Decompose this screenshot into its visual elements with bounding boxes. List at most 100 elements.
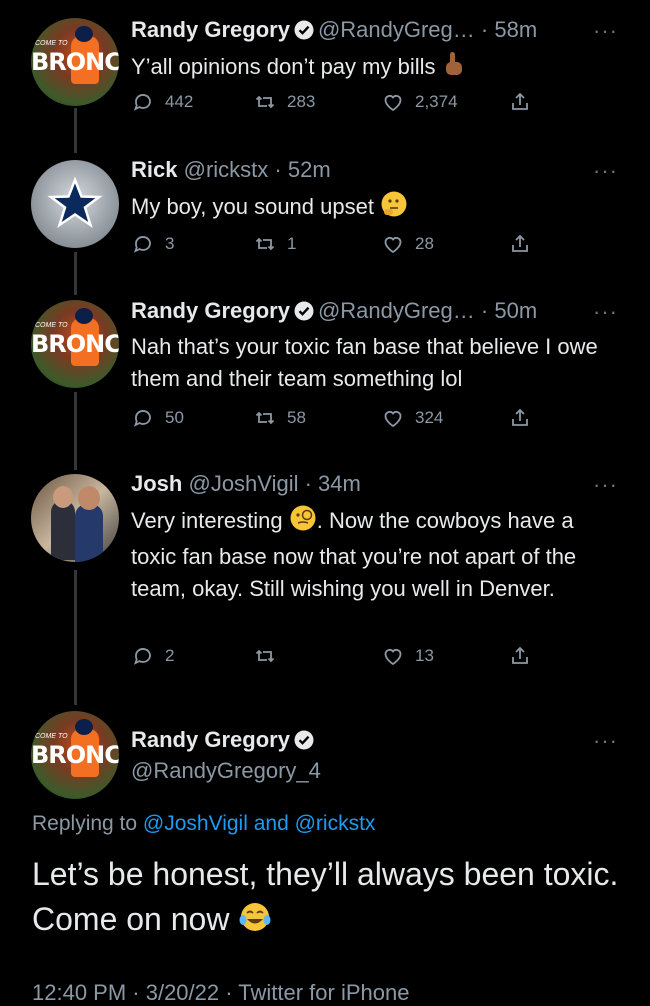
thread-line [74,392,77,470]
avatar[interactable]: COME TO BRONC [31,711,119,799]
avatar[interactable] [31,160,119,248]
user-handle[interactable]: @RandyGreg… [318,17,475,42]
avatar-logo-text: BRONC [31,48,119,76]
share-button[interactable] [508,644,532,668]
tweet-meta: 12:40 PM · 3/20/22 · Twitter for iPhone [32,980,410,1005]
heart-icon [384,237,402,254]
display-name[interactable]: Rick [131,157,177,182]
like-button[interactable]: 324 [381,406,443,430]
share-icon [512,646,528,664]
reply-count: 3 [165,234,175,253]
more-options-icon[interactable]: ··· [593,299,618,325]
display-name[interactable]: Randy Gregory [131,298,290,323]
tweet-header: Rick @rickstx · 52m [131,157,331,183]
star-logo-icon [47,176,103,229]
thread-line [74,570,77,705]
timestamp[interactable]: · 50m [481,298,537,323]
more-options-icon[interactable]: ··· [593,472,618,498]
like-button[interactable]: 13 [381,644,434,668]
share-button[interactable] [508,232,532,256]
tweet-text-body: Very interesting [131,508,283,533]
timestamp[interactable]: · 58m [481,17,537,42]
more-options-icon[interactable]: ··· [593,18,618,44]
heart-icon [384,411,402,428]
like-button[interactable]: 2,374 [381,90,458,114]
verified-badge-icon [294,20,314,46]
timestamp[interactable]: · 34m [305,471,361,496]
retweet-button[interactable] [253,644,287,668]
user-handle[interactable]: @RandyGregory_4 [131,758,321,784]
verified-badge-icon [294,301,314,327]
retweet-button[interactable]: 58 [253,406,306,430]
like-count: 28 [415,234,434,253]
tweet-actions: 2 13 [131,644,531,674]
replying-mentions[interactable]: @JoshVigil and @rickstx [143,812,376,835]
avatar[interactable]: COME TO BRONC [31,300,119,388]
replying-prefix: Replying to [32,812,138,835]
thinking-face-emoji-icon [380,190,408,227]
reply-button[interactable]: 3 [131,232,174,256]
avatar-caption: COME TO [35,733,68,740]
display-name[interactable]: Randy Gregory [131,17,290,42]
person-figure [75,504,103,562]
retweet-button[interactable]: 283 [253,90,315,114]
reply-icon [133,236,151,253]
reply-count: 2 [165,646,175,665]
helmet [75,719,93,735]
tweet-header: Randy Gregory @RandyGreg… · 50m [131,298,537,327]
share-button[interactable] [508,406,532,430]
avatar[interactable] [31,474,119,562]
display-name[interactable]: Josh [131,471,182,496]
reply-icon [133,94,151,111]
timestamp[interactable]: · 52m [274,157,330,182]
reply-button[interactable]: 2 [131,644,174,668]
retweet-icon [255,237,275,251]
thread-line [74,108,77,153]
avatar[interactable]: COME TO BRONC [31,18,119,106]
retweet-icon [255,95,275,109]
face-with-monocle-emoji-icon [289,504,317,541]
tweet-actions: 50 58 324 [131,406,531,436]
tweet-text: Let’s be honest, they’ll always been tox… [32,852,622,946]
like-button[interactable]: 28 [381,232,434,256]
index-pointing-up-emoji-icon [442,50,466,87]
tweet-actions: 3 1 28 [131,232,531,262]
share-icon [512,408,528,426]
retweet-icon [255,411,275,425]
reply-icon [133,410,151,427]
tears-of-joy-emoji-icon [238,900,272,946]
tweet-text-body: My boy, you sound upset [131,194,374,219]
reply-count: 442 [165,92,194,111]
retweet-icon [255,649,275,663]
user-handle[interactable]: @RandyGreg… [318,298,475,323]
tweet-header: Randy Gregory @RandyGreg… · 58m [131,17,537,46]
share-button[interactable] [508,90,532,114]
like-count: 2,374 [415,92,458,111]
heart-icon [384,95,402,112]
verified-badge-icon [294,730,314,756]
tweet-text: Nah that’s your toxic fan base that beli… [131,334,598,391]
tweet-header: Josh @JoshVigil · 34m [131,471,361,497]
tweet-text-body: Y’all opinions don’t pay my bills [131,54,436,79]
tweet-text: Y’all opinions don’t pay my bills [131,50,631,87]
user-handle[interactable]: @rickstx [184,157,269,182]
helmet [75,26,93,42]
display-name-row: Randy Gregory [131,727,318,756]
reply-button[interactable]: 50 [131,406,184,430]
reply-button[interactable]: 442 [131,90,193,114]
more-options-icon[interactable]: ··· [593,158,618,184]
more-options-icon[interactable]: ··· [593,728,618,754]
tweet-text-body: Let’s be honest, they’ll always been tox… [32,856,619,937]
share-icon [512,92,528,110]
like-count: 324 [415,408,444,427]
avatar-caption: COME TO [35,322,68,329]
reply-count: 50 [165,408,184,427]
tweet-actions: 442 283 2,374 [131,90,531,120]
retweet-button[interactable]: 1 [253,232,296,256]
display-name[interactable]: Randy Gregory [131,727,290,752]
avatar-logo-text: BRONC [31,330,119,358]
user-handle[interactable]: @JoshVigil [188,471,298,496]
person-head [78,486,100,510]
person-figure [51,500,75,560]
tweet-text: My boy, you sound upset [131,190,631,227]
